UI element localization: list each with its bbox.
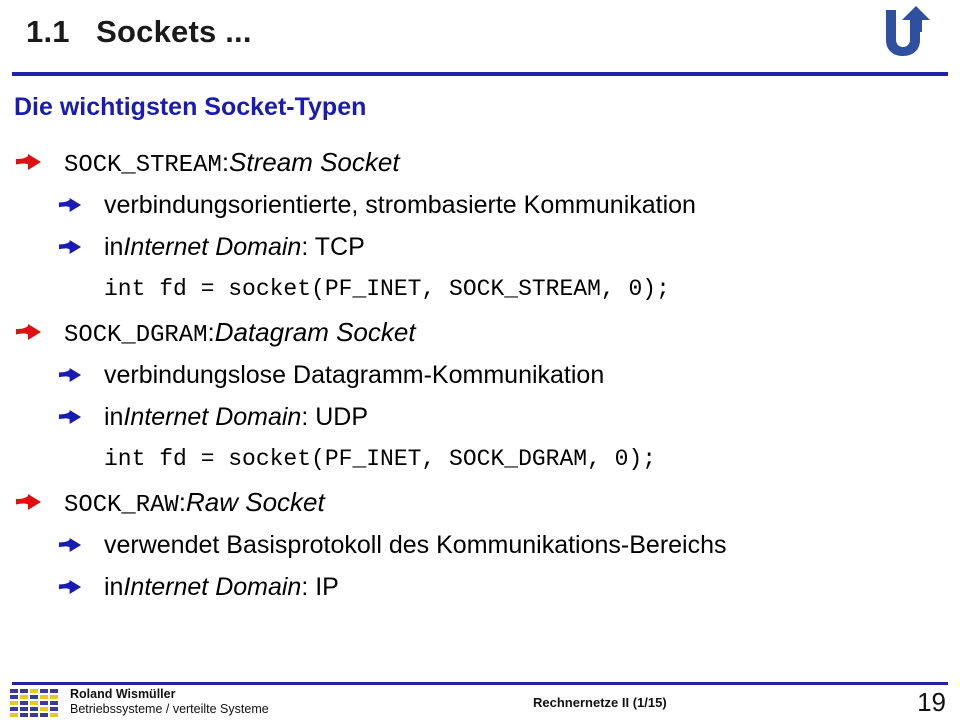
code-line: int fd = socket(PF_INET, SOCK_STREAM, 0)… bbox=[104, 276, 670, 302]
list-item: in Internet Domain: UDP bbox=[0, 396, 960, 438]
slide-header: 1.1 Sockets ... bbox=[0, 0, 960, 78]
blue-arrow-bullet-icon bbox=[59, 239, 82, 255]
list-item-text: verbindungsorientierte, strombasierte Ko… bbox=[104, 191, 696, 219]
code-line: int fd = socket(PF_INET, SOCK_DGRAM, 0); bbox=[104, 446, 657, 472]
list-item-italic: Stream Socket bbox=[229, 147, 400, 177]
blue-arrow-bullet-icon bbox=[59, 537, 82, 553]
list-item-sep: : bbox=[207, 317, 215, 347]
red-arrow-bullet-icon bbox=[16, 154, 41, 170]
list-item-suffix: : TCP bbox=[301, 233, 365, 261]
section-heading: Die wichtigsten Socket-Typen bbox=[14, 93, 367, 121]
footer-course-title: Rechnernetze II (1/15) bbox=[533, 695, 667, 710]
list-item: verbindungsorientierte, strombasierte Ko… bbox=[0, 184, 960, 226]
list-item-italic: Datagram Socket bbox=[214, 317, 416, 347]
blue-arrow-bullet-icon bbox=[59, 409, 82, 425]
checkered-blue-yellow-logo-icon bbox=[10, 689, 58, 717]
red-arrow-bullet-icon bbox=[16, 494, 41, 510]
list-item: in Internet Domain: TCP bbox=[0, 226, 960, 268]
list-item: verbindungslose Datagramm-Kommunikation bbox=[0, 354, 960, 396]
list-item: verwendet Basisprotokoll des Kommunikati… bbox=[0, 524, 960, 566]
list-item-text: verbindungslose Datagramm-Kommunikation bbox=[104, 361, 605, 389]
footer-department: Betriebssysteme / verteilte Systeme bbox=[70, 702, 269, 716]
blue-arrow-bullet-icon bbox=[59, 197, 82, 213]
list-item: SOCK_RAW: Raw Socket bbox=[0, 480, 960, 524]
blue-arrow-bullet-icon bbox=[59, 367, 82, 383]
list-item-italic: Raw Socket bbox=[186, 487, 325, 517]
list-item: in Internet Domain: IP bbox=[0, 566, 960, 608]
list-item: SOCK_DGRAM: Datagram Socket bbox=[0, 310, 960, 354]
list-item-code: SOCK_DGRAM bbox=[64, 322, 208, 349]
list-item-italic: Internet Domain bbox=[123, 403, 302, 431]
university-u-arrow-logo-icon bbox=[886, 6, 930, 56]
red-arrow-bullet-icon bbox=[16, 324, 41, 340]
list-item-sep: : bbox=[178, 487, 187, 517]
list-item-suffix: : UDP bbox=[301, 403, 369, 431]
list-item-prefix: in bbox=[104, 403, 124, 431]
list-item-prefix: in bbox=[104, 573, 124, 601]
list-item-text: verwendet Basisprotokoll des Kommunikati… bbox=[104, 531, 727, 559]
page-number: 19 bbox=[917, 687, 946, 717]
list-item-code: SOCK_RAW bbox=[64, 492, 179, 519]
header-divider bbox=[12, 72, 948, 76]
list-item-prefix: in bbox=[104, 233, 124, 261]
blue-arrow-bullet-icon bbox=[59, 579, 82, 595]
list-item-suffix: : IP bbox=[301, 573, 339, 601]
list-item-italic: Internet Domain bbox=[123, 573, 302, 601]
bullet-list: SOCK_STREAM: Stream Socket verbindungsor… bbox=[0, 140, 960, 608]
slide-footer: Roland Wismüller Betriebssysteme / verte… bbox=[0, 685, 960, 723]
list-item-code: SOCK_STREAM bbox=[64, 152, 222, 179]
list-item: SOCK_STREAM: Stream Socket bbox=[0, 140, 960, 184]
list-item-italic: Internet Domain bbox=[123, 233, 302, 261]
footer-author: Roland Wismüller bbox=[70, 687, 176, 701]
page-title: 1.1 Sockets ... bbox=[26, 14, 252, 49]
list-item-sep: : bbox=[221, 147, 230, 177]
